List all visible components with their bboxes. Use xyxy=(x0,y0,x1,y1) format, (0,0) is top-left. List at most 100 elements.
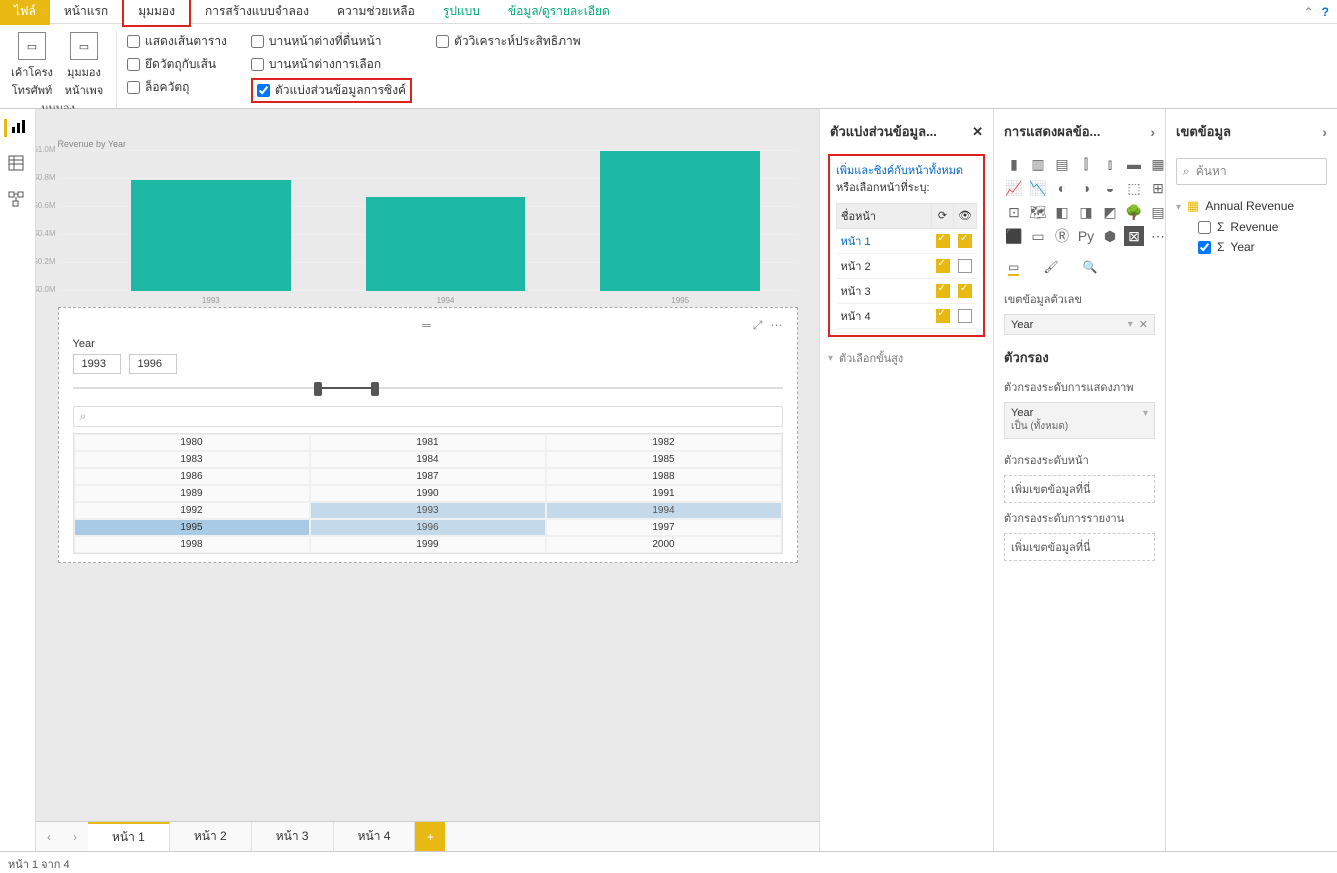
filter-card-year[interactable]: Year เป็น (ทั้งหมด) xyxy=(1004,402,1155,439)
viz-type-icon[interactable]: ▥ xyxy=(1028,154,1048,174)
show-checkbox[interactable] xyxy=(958,259,972,273)
page-view-button[interactable]: ▭ มุมมองหน้าเพจ xyxy=(62,32,106,99)
close-icon[interactable]: ✕ xyxy=(972,124,983,140)
chk-selection-pane[interactable]: บานหน้าต่างการเลือก xyxy=(251,55,412,74)
year-cell[interactable]: 1999 xyxy=(310,536,546,553)
viz-type-icon[interactable]: ⬢ xyxy=(1100,226,1120,246)
chk-lock[interactable]: ล็อควัตถุ xyxy=(127,78,227,97)
tab-view[interactable]: มุมมอง xyxy=(122,0,191,27)
viz-type-icon[interactable]: ⫿ xyxy=(1076,154,1096,174)
axis-field-well[interactable]: Year ✕ xyxy=(1004,314,1155,335)
show-checkbox[interactable] xyxy=(958,309,972,323)
viz-type-icon[interactable]: ▭ xyxy=(1028,226,1048,246)
year-cell[interactable]: 1990 xyxy=(310,485,546,502)
show-checkbox[interactable] xyxy=(958,234,972,248)
viz-type-icon[interactable]: ⊡ xyxy=(1004,202,1024,222)
viz-type-icon[interactable]: ▬ xyxy=(1124,154,1144,174)
show-checkbox[interactable] xyxy=(958,284,972,298)
year-cell[interactable]: 1995 xyxy=(74,519,310,536)
year-cell[interactable]: 1981 xyxy=(310,434,546,451)
tab-modeling[interactable]: การสร้างแบบจำลอง xyxy=(191,0,323,25)
page-nav-next[interactable]: › xyxy=(62,822,88,851)
viz-type-icon[interactable]: 🌳 xyxy=(1124,202,1144,222)
collapse-icon[interactable] xyxy=(1150,124,1155,140)
field-year[interactable]: Σ Year xyxy=(1176,237,1327,257)
report-canvas[interactable]: Revenue by Year $0.0M$0.2M$0.4M$0.6M$0.8… xyxy=(58,139,798,811)
viz-type-icon[interactable]: ▤ xyxy=(1052,154,1072,174)
viz-type-icon[interactable]: 📈 xyxy=(1004,178,1024,198)
page-tab-1[interactable]: หน้า 1 xyxy=(88,822,170,851)
sync-checkbox[interactable] xyxy=(936,309,950,323)
tab-data-drill[interactable]: ข้อมูล/ดูรายละเอียด xyxy=(494,0,624,25)
sync-row-name[interactable]: หน้า 4 xyxy=(837,303,932,328)
year-cell[interactable]: 2000 xyxy=(546,536,782,553)
range-slider[interactable] xyxy=(73,380,783,396)
year-cell[interactable]: 1996 xyxy=(310,519,546,536)
year-cell[interactable]: 1980 xyxy=(74,434,310,451)
collapse-icon[interactable] xyxy=(1322,124,1327,140)
year-cell[interactable]: 1998 xyxy=(74,536,310,553)
chk-sync-slicers[interactable]: ตัวแบ่งส่วนข้อมูลการซิงค์ xyxy=(251,78,412,103)
chart-visual[interactable]: Revenue by Year $0.0M$0.2M$0.4M$0.6M$0.8… xyxy=(58,139,798,291)
page-tab-4[interactable]: หน้า 4 xyxy=(334,822,416,851)
year-cell[interactable]: 1993 xyxy=(310,502,546,519)
year-cell[interactable]: 1994 xyxy=(546,502,782,519)
range-from-input[interactable]: 1993 xyxy=(73,354,121,374)
advanced-options-toggle[interactable]: ตัวเลือกขั้นสูง xyxy=(828,349,985,367)
sync-row-name[interactable]: หน้า 2 xyxy=(837,253,932,278)
sync-all-link[interactable]: เพิ่มและซิงค์กับหน้าทั้งหมด xyxy=(836,165,963,177)
data-view-icon[interactable] xyxy=(8,155,28,173)
viz-type-icon[interactable]: Py xyxy=(1076,226,1096,246)
slicer-visual[interactable]: ═ ⤢ ⋯ Year 1993 1996 xyxy=(58,307,798,563)
year-cell[interactable]: 1992 xyxy=(74,502,310,519)
report-view-icon[interactable] xyxy=(4,119,24,137)
chk-perf-analyzer[interactable]: ตัววิเคราะห์ประสิทธิภาพ xyxy=(436,32,581,51)
year-cell[interactable]: 1982 xyxy=(546,434,782,451)
viz-type-icon[interactable]: ◧ xyxy=(1052,202,1072,222)
viz-type-icon[interactable]: ⫾ xyxy=(1100,154,1120,174)
field-revenue[interactable]: Σ Revenue xyxy=(1176,217,1327,237)
sync-checkbox[interactable] xyxy=(936,284,950,298)
viz-type-icon[interactable]: 📉 xyxy=(1028,178,1048,198)
viz-type-icon[interactable]: Ⓡ xyxy=(1052,226,1072,246)
viz-type-icon[interactable]: ◒ xyxy=(1100,178,1120,198)
viz-type-icon[interactable]: 🗺 xyxy=(1028,202,1048,222)
range-to-input[interactable]: 1996 xyxy=(129,354,177,374)
page-nav-prev[interactable]: ‹ xyxy=(36,822,62,851)
year-cell[interactable]: 1988 xyxy=(546,468,782,485)
tab-file[interactable]: ไฟล์ xyxy=(0,0,50,25)
chk-snap[interactable]: ยึดวัตถุกับเส้น xyxy=(127,55,227,74)
slider-handle-right[interactable] xyxy=(371,382,379,396)
fields-search[interactable]: ⌕ ค้นหา xyxy=(1176,158,1327,185)
year-cell[interactable]: 1983 xyxy=(74,451,310,468)
viz-type-icon[interactable]: ◨ xyxy=(1076,202,1096,222)
viz-type-icon[interactable]: ◑ xyxy=(1076,178,1096,198)
page-tab-3[interactable]: หน้า 3 xyxy=(252,822,334,851)
viz-type-icon[interactable]: ⊠ xyxy=(1124,226,1144,246)
year-cell[interactable]: 1997 xyxy=(546,519,782,536)
year-cell[interactable]: 1989 xyxy=(74,485,310,502)
sync-row-name[interactable]: หน้า 3 xyxy=(837,278,932,303)
focus-mode-icon[interactable]: ⤢ xyxy=(753,318,763,333)
more-options-icon[interactable]: ⋯ xyxy=(771,318,783,333)
slicer-search[interactable]: ⌕ xyxy=(73,406,783,427)
model-view-icon[interactable] xyxy=(8,191,28,209)
sync-checkbox[interactable] xyxy=(936,234,950,248)
year-cell[interactable]: 1985 xyxy=(546,451,782,468)
sync-checkbox[interactable] xyxy=(936,259,950,273)
add-page-filter-well[interactable]: เพิ่มเขตข้อมูลที่นี่ xyxy=(1004,475,1155,503)
year-cell[interactable]: 1987 xyxy=(310,468,546,485)
year-list[interactable]: 1980198119821983198419851986198719881989… xyxy=(73,433,783,554)
year-cell[interactable]: 1991 xyxy=(546,485,782,502)
help-icon[interactable]: ? xyxy=(1322,5,1329,19)
analytics-tab-icon[interactable]: 🔍 xyxy=(1083,260,1098,276)
chk-gridlines[interactable]: แสดงเส้นตาราง xyxy=(127,32,227,51)
viz-type-icon[interactable]: ◐ xyxy=(1052,178,1072,198)
year-cell[interactable]: 1984 xyxy=(310,451,546,468)
tab-format[interactable]: รูปแบบ xyxy=(429,0,494,25)
chevron-down-icon[interactable] xyxy=(1128,318,1133,331)
drag-handle-icon[interactable]: ═ xyxy=(422,318,433,332)
phone-layout-button[interactable]: ▭ เค้าโครงโทรศัพท์ xyxy=(10,32,54,99)
chevron-up-icon[interactable]: ⌃ xyxy=(1304,5,1314,19)
fields-tab-icon[interactable]: ▭ xyxy=(1008,260,1019,276)
